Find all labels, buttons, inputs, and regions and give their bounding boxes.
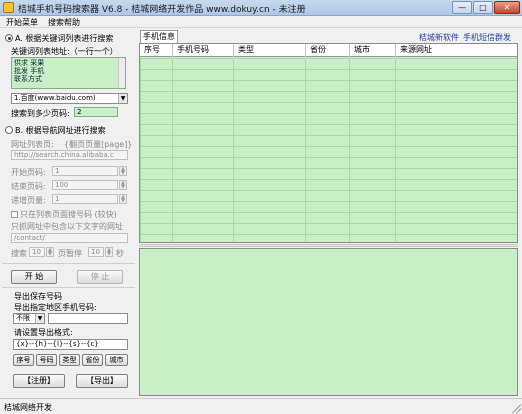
tab-phone-info[interactable]: 手机信息 <box>140 30 178 43</box>
mode-keyword-label: A. 根据关键词列表进行搜索 <box>15 34 114 43</box>
maximize-button[interactable]: □ <box>473 1 493 14</box>
only-list-label: 只在列表页面搜号码 (较快) <box>20 210 117 219</box>
search-engine-value: 1.百度(www.baidu.com) <box>14 94 96 102</box>
url-list-hint: {翻页页量[page]} <box>64 140 133 149</box>
column-header[interactable]: 省份 <box>306 44 350 57</box>
left-panel: A. 根据关键词列表进行搜索 关键词列表地址:（一行一个） 供求 采果 批发 手… <box>2 29 135 396</box>
column-header[interactable]: 城市 <box>350 44 396 57</box>
grid-column-line <box>233 58 234 242</box>
start-page-label: 开始页码: <box>11 168 46 177</box>
format-input[interactable]: {x}--{h}--{l}--{s}--{c} <box>13 339 128 350</box>
contain-input[interactable]: /contact/ <box>11 233 128 243</box>
start-button[interactable]: 开 始 <box>11 270 57 284</box>
start-page-input[interactable]: 1 <box>52 166 118 176</box>
keyword-list-input[interactable]: 供求 采果 批发 手机 联系方式 <box>11 57 126 89</box>
step-label: 递增页量: <box>11 196 46 205</box>
step-input[interactable]: 1 <box>52 194 118 204</box>
search-engine-select[interactable]: 1.百度(www.baidu.com) ▼ <box>11 93 128 104</box>
region-select[interactable]: 不限 ▼ <box>13 313 45 324</box>
checkbox-icon <box>11 211 18 218</box>
status-bar: 桔城网络开发 <box>0 398 522 414</box>
export-button[interactable]: 【导出】 <box>76 374 128 388</box>
grid-column-line <box>172 58 173 242</box>
keyword-list-label: 关键词列表地址:（一行一个） <box>11 47 118 56</box>
pause-input[interactable]: 10 <box>88 247 104 257</box>
field-button-number[interactable]: 号码 <box>36 354 57 366</box>
link-sms-mass[interactable]: 手机短信群发 <box>463 32 511 43</box>
url-input[interactable]: http://search.china.alibaba.c <box>11 150 128 160</box>
menu-bar: 开始菜单 搜索帮助 <box>0 16 522 28</box>
export-section-label: 导出保存号码 <box>14 292 62 301</box>
grid-column-line <box>305 58 306 242</box>
mode-url-label: B. 根据导航网址进行搜索 <box>15 126 106 135</box>
column-header[interactable]: 手机号码 <box>173 44 234 57</box>
keyword-line: 批发 手机 <box>14 67 45 75</box>
grid-column-line <box>395 58 396 242</box>
keyword-line: 联系方式 <box>14 75 42 83</box>
field-button-type[interactable]: 类型 <box>59 354 80 366</box>
window-title: 桔城手机号码搜索器 V6.8 - 桔城网络开发作品 www.dokuy.cn -… <box>18 5 306 15</box>
spin-updown-icon[interactable]: ▲ ▼ <box>46 247 54 257</box>
search-count-input[interactable]: 10 <box>29 247 45 257</box>
results-grid[interactable]: 序号 手机号码 类型 省份 城市 来源网址 <box>139 43 518 243</box>
app-icon <box>3 2 14 13</box>
keyword-line: 供求 采果 <box>14 59 45 67</box>
mode-url-radio[interactable]: B. 根据导航网址进行搜索 <box>5 125 106 136</box>
menu-item-help[interactable]: 搜索帮助 <box>48 17 80 28</box>
url-list-label: 网址列表页: <box>11 140 54 149</box>
radio-unselected-icon <box>5 126 13 134</box>
pages-input[interactable]: 2 <box>74 107 118 117</box>
pause-label: 页暂停 <box>58 249 82 258</box>
stop-button[interactable]: 停 止 <box>77 270 123 284</box>
chevron-down-icon: ▼ <box>118 94 127 103</box>
pages-label: 搜索到多少页码: <box>11 109 70 118</box>
search-count-label: 搜索 <box>11 249 27 258</box>
link-new-software[interactable]: 桔城新软件 <box>419 32 459 43</box>
chevron-down-icon: ▼ <box>35 314 44 323</box>
region-value: 不限 <box>16 314 30 322</box>
format-label: 请设置导出格式: <box>14 328 73 337</box>
status-text: 桔城网络开发 <box>4 403 52 412</box>
title-bar: 桔城手机号码搜索器 V6.8 - 桔城网络开发作品 www.dokuy.cn -… <box>0 0 522 16</box>
mode-keyword-radio[interactable]: A. 根据关键词列表进行搜索 <box>5 33 113 44</box>
pane-splitter[interactable] <box>139 244 518 247</box>
divider <box>2 287 135 288</box>
grid-header: 序号 手机号码 类型 省份 城市 来源网址 <box>140 44 517 57</box>
contain-label: 只抓网址中包含以下文字的网址 <box>11 222 123 231</box>
column-header[interactable]: 类型 <box>234 44 306 57</box>
spin-updown-icon[interactable]: ▲ ▼ <box>105 247 113 257</box>
spin-updown-icon[interactable]: ▲ ▼ <box>119 166 127 176</box>
field-button-index[interactable]: 序号 <box>13 354 34 366</box>
column-header[interactable]: 来源网址 <box>396 44 517 57</box>
register-button[interactable]: 【注册】 <box>13 374 65 388</box>
log-output-box[interactable] <box>139 248 518 396</box>
region-input[interactable] <box>48 313 128 324</box>
field-button-city[interactable]: 城市 <box>105 354 128 366</box>
minimize-button[interactable]: — <box>452 1 472 14</box>
end-page-label: 结束页码: <box>11 182 46 191</box>
menu-item-start[interactable]: 开始菜单 <box>6 17 38 28</box>
grid-column-line <box>349 58 350 242</box>
column-header[interactable]: 序号 <box>140 44 173 57</box>
radio-selected-icon <box>5 34 13 42</box>
spin-updown-icon[interactable]: ▲ ▼ <box>119 194 127 204</box>
only-list-checkbox[interactable]: 只在列表页面搜号码 (较快) <box>11 209 117 220</box>
close-button[interactable]: ✕ <box>494 1 520 14</box>
spin-updown-icon[interactable]: ▲ ▼ <box>119 180 127 190</box>
keyword-scrollbar[interactable] <box>118 58 125 88</box>
grid-body <box>140 58 517 242</box>
export-region-label: 导出指定地区手机号码: <box>14 303 97 312</box>
end-page-input[interactable]: 100 <box>52 180 118 190</box>
divider <box>2 263 135 264</box>
resize-grip-icon[interactable] <box>511 403 521 413</box>
field-button-province[interactable]: 省份 <box>82 354 103 366</box>
seconds-label: 秒 <box>116 249 124 258</box>
